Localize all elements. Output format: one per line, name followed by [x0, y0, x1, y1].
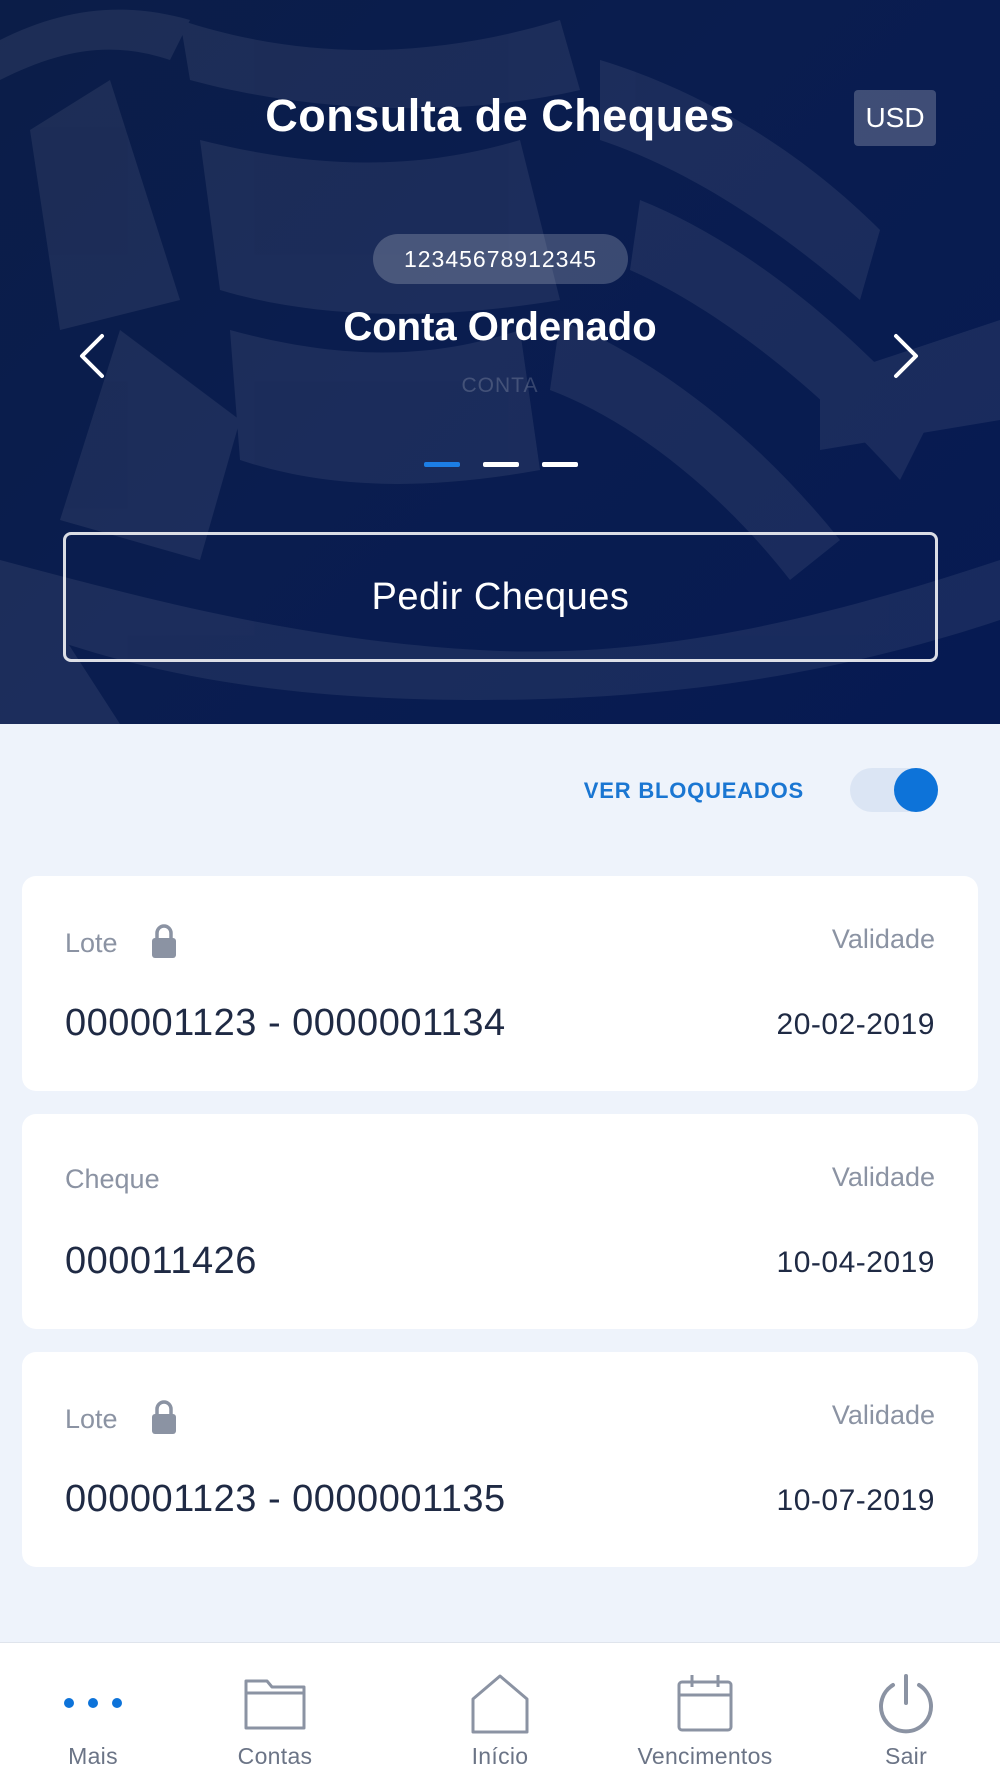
power-icon: [879, 1674, 933, 1734]
home-icon: [471, 1674, 529, 1734]
item-type-text: Lote: [65, 1404, 118, 1435]
page-title: Consulta de Cheques: [265, 90, 735, 141]
show-blocked-label: VER BLOQUEADOS: [583, 778, 804, 803]
account-name: Conta Ordenado: [343, 305, 657, 349]
cheque-list-item[interactable]: Cheque Validade 000011426 10-04-2019: [22, 1114, 978, 1329]
validity-label: Validade: [831, 1400, 935, 1430]
lock-icon: [152, 1400, 177, 1434]
account-number-pill: 12345678912345: [373, 234, 628, 284]
tab-label: Sair: [884, 1743, 928, 1769]
cheque-list-item[interactable]: Lote Validade 000001123 - 0000001135 10-…: [22, 1352, 978, 1567]
cheque-number: 000001123 - 0000001135: [65, 1478, 506, 1520]
item-type-label: Lote: [65, 924, 179, 964]
tab-label: Início: [471, 1743, 529, 1769]
tab-label: Vencimentos: [637, 1743, 773, 1769]
cheque-number: 000011426: [65, 1240, 257, 1282]
item-type-label: Lote: [65, 1400, 179, 1440]
carousel-dot-2[interactable]: [483, 462, 519, 467]
cheque-list-item[interactable]: Lote Validade 000001123 - 0000001134 20-…: [22, 876, 978, 1091]
tab-more[interactable]: Mais: [0, 1643, 193, 1778]
order-cheques-button[interactable]: Pedir Cheques: [63, 532, 938, 662]
tab-accounts[interactable]: Contas: [175, 1643, 375, 1778]
tab-due-dates[interactable]: Vencimentos: [605, 1643, 805, 1778]
validity-date: 10-04-2019: [776, 1246, 935, 1279]
calendar-icon: [677, 1675, 733, 1732]
header-hero: Consulta de Cheques USD 12345678912345 C…: [0, 0, 1000, 724]
toggle-knob: [894, 768, 938, 812]
more-dots-icon: [64, 1698, 122, 1708]
carousel-dot-1[interactable]: [424, 462, 460, 467]
bottom-tab-bar: Mais Contas Início Vencimentos Sair: [0, 1642, 1000, 1778]
validity-date: 10-07-2019: [776, 1484, 935, 1517]
validity-label: Validade: [831, 1162, 935, 1192]
carousel-dot-3[interactable]: [542, 462, 578, 467]
folder-icon: [244, 1679, 306, 1730]
validity-label: Validade: [831, 924, 935, 954]
lock-icon: [152, 924, 177, 958]
validity-date: 20-02-2019: [776, 1008, 935, 1041]
tab-home[interactable]: Início: [400, 1643, 600, 1778]
tab-label: Mais: [68, 1743, 118, 1769]
blocked-filter-row: VER BLOQUEADOS: [0, 768, 1000, 812]
tab-logout[interactable]: Sair: [806, 1643, 1000, 1778]
currency-badge[interactable]: USD: [854, 90, 936, 146]
item-type-text: Lote: [65, 928, 118, 959]
item-type-label: Cheque: [65, 1164, 160, 1195]
account-type: CONTA: [461, 374, 539, 397]
show-blocked-toggle[interactable]: [850, 768, 938, 812]
carousel-indicator: [424, 462, 580, 468]
cheque-number: 000001123 - 0000001134: [65, 1002, 506, 1044]
tab-label: Contas: [237, 1743, 313, 1769]
item-type-text: Cheque: [65, 1164, 160, 1194]
